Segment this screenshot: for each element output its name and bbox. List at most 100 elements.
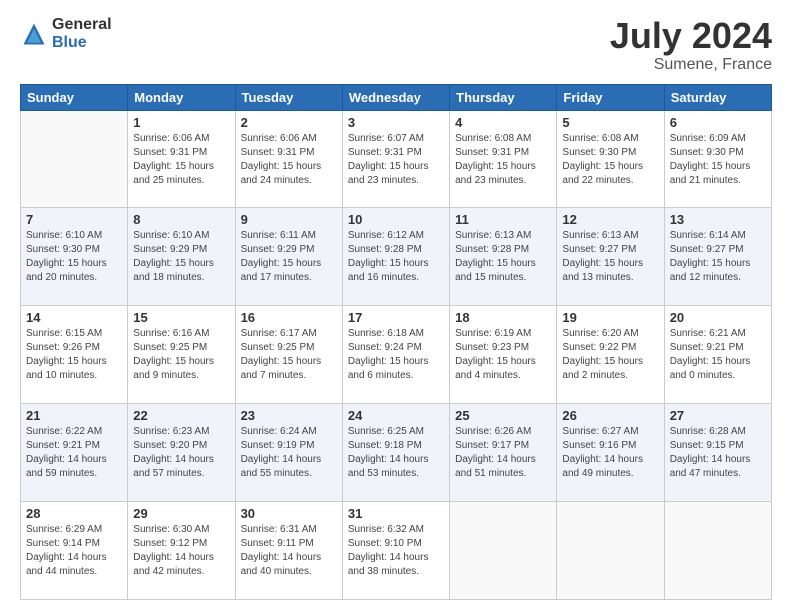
table-row (557, 502, 664, 600)
day-info: Sunrise: 6:19 AMSunset: 9:23 PMDaylight:… (455, 327, 551, 383)
day-number: 15 (133, 310, 229, 325)
day-number: 9 (241, 212, 337, 227)
day-number: 17 (348, 310, 444, 325)
main-title: July 2024 (610, 16, 772, 56)
day-number: 28 (26, 506, 122, 521)
day-number: 6 (670, 115, 766, 130)
day-info: Sunrise: 6:06 AMSunset: 9:31 PMDaylight:… (133, 132, 229, 188)
table-row: 1 Sunrise: 6:06 AMSunset: 9:31 PMDaylight… (128, 110, 235, 208)
day-number: 21 (26, 408, 122, 423)
day-info: Sunrise: 6:16 AMSunset: 9:25 PMDaylight:… (133, 327, 229, 383)
table-row (664, 502, 771, 600)
calendar-week-row: 1 Sunrise: 6:06 AMSunset: 9:31 PMDaylight… (21, 110, 772, 208)
col-tuesday: Tuesday (235, 84, 342, 110)
day-info: Sunrise: 6:07 AMSunset: 9:31 PMDaylight:… (348, 132, 444, 188)
col-sunday: Sunday (21, 84, 128, 110)
day-number: 1 (133, 115, 229, 130)
table-row: 13 Sunrise: 6:14 AMSunset: 9:27 PMDayligh… (664, 208, 771, 306)
day-info: Sunrise: 6:28 AMSunset: 9:15 PMDaylight:… (670, 425, 766, 481)
day-info: Sunrise: 6:30 AMSunset: 9:12 PMDaylight:… (133, 523, 229, 579)
table-row: 14Sunrise: 6:15 AMSunset: 9:26 PMDayligh… (21, 306, 128, 404)
table-row: 27Sunrise: 6:28 AMSunset: 9:15 PMDayligh… (664, 404, 771, 502)
day-number: 18 (455, 310, 551, 325)
day-number: 13 (670, 212, 766, 227)
day-info: Sunrise: 6:13 AMSunset: 9:27 PMDaylight:… (562, 229, 658, 285)
day-info: Sunrise: 6:10 AMSunset: 9:30 PMDaylight:… (26, 229, 122, 285)
day-number: 30 (241, 506, 337, 521)
table-row: 23 Sunrise: 6:24 AMSunset: 9:19 PMDayligh… (235, 404, 342, 502)
day-info: Sunrise: 6:25 AMSunset: 9:18 PMDaylight:… (348, 425, 444, 481)
day-number: 7 (26, 212, 122, 227)
table-row: 10 Sunrise: 6:12 AMSunset: 9:28 PMDayligh… (342, 208, 449, 306)
calendar-week-row: 7 Sunrise: 6:10 AMSunset: 9:30 PMDaylight… (21, 208, 772, 306)
col-thursday: Thursday (450, 84, 557, 110)
table-row: 29Sunrise: 6:30 AMSunset: 9:12 PMDayligh… (128, 502, 235, 600)
day-number: 19 (562, 310, 658, 325)
table-row: 28Sunrise: 6:29 AMSunset: 9:14 PMDayligh… (21, 502, 128, 600)
table-row: 9Sunrise: 6:11 AMSunset: 9:29 PMDaylight… (235, 208, 342, 306)
logo-icon (20, 20, 48, 48)
title-section: July 2024 Sumene, France (610, 16, 772, 74)
table-row (450, 502, 557, 600)
calendar-week-row: 28Sunrise: 6:29 AMSunset: 9:14 PMDayligh… (21, 502, 772, 600)
col-wednesday: Wednesday (342, 84, 449, 110)
table-row: 19Sunrise: 6:20 AMSunset: 9:22 PMDayligh… (557, 306, 664, 404)
day-number: 3 (348, 115, 444, 130)
table-row: 8 Sunrise: 6:10 AMSunset: 9:29 PMDaylight… (128, 208, 235, 306)
day-number: 31 (348, 506, 444, 521)
page: General Blue July 2024 Sumene, France Su… (0, 0, 792, 612)
day-info: Sunrise: 6:31 AMSunset: 9:11 PMDaylight:… (241, 523, 337, 579)
day-number: 23 (241, 408, 337, 423)
calendar-table: Sunday Monday Tuesday Wednesday Thursday… (20, 84, 772, 600)
day-info: Sunrise: 6:08 AMSunset: 9:31 PMDaylight:… (455, 132, 551, 188)
table-row: 18 Sunrise: 6:19 AMSunset: 9:23 PMDayligh… (450, 306, 557, 404)
table-row: 12 Sunrise: 6:13 AMSunset: 9:27 PMDayligh… (557, 208, 664, 306)
day-number: 11 (455, 212, 551, 227)
table-row: 4 Sunrise: 6:08 AMSunset: 9:31 PMDaylight… (450, 110, 557, 208)
day-info: Sunrise: 6:17 AMSunset: 9:25 PMDaylight:… (241, 327, 337, 383)
day-info: Sunrise: 6:06 AMSunset: 9:31 PMDaylight:… (241, 132, 337, 188)
table-row: 2 Sunrise: 6:06 AMSunset: 9:31 PMDaylight… (235, 110, 342, 208)
day-number: 22 (133, 408, 229, 423)
day-number: 4 (455, 115, 551, 130)
calendar-week-row: 14Sunrise: 6:15 AMSunset: 9:26 PMDayligh… (21, 306, 772, 404)
day-number: 16 (241, 310, 337, 325)
col-monday: Monday (128, 84, 235, 110)
day-info: Sunrise: 6:10 AMSunset: 9:29 PMDaylight:… (133, 229, 229, 285)
day-number: 5 (562, 115, 658, 130)
logo-blue: Blue (52, 34, 112, 52)
calendar-week-row: 21Sunrise: 6:22 AMSunset: 9:21 PMDayligh… (21, 404, 772, 502)
day-info: Sunrise: 6:23 AMSunset: 9:20 PMDaylight:… (133, 425, 229, 481)
day-info: Sunrise: 6:24 AMSunset: 9:19 PMDaylight:… (241, 425, 337, 481)
col-friday: Friday (557, 84, 664, 110)
table-row (21, 110, 128, 208)
subtitle: Sumene, France (610, 56, 772, 74)
day-info: Sunrise: 6:09 AMSunset: 9:30 PMDaylight:… (670, 132, 766, 188)
day-info: Sunrise: 6:12 AMSunset: 9:28 PMDaylight:… (348, 229, 444, 285)
day-number: 12 (562, 212, 658, 227)
day-info: Sunrise: 6:13 AMSunset: 9:28 PMDaylight:… (455, 229, 551, 285)
calendar-header-row: Sunday Monday Tuesday Wednesday Thursday… (21, 84, 772, 110)
day-number: 24 (348, 408, 444, 423)
day-info: Sunrise: 6:08 AMSunset: 9:30 PMDaylight:… (562, 132, 658, 188)
table-row: 5 Sunrise: 6:08 AMSunset: 9:30 PMDaylight… (557, 110, 664, 208)
table-row: 6 Sunrise: 6:09 AMSunset: 9:30 PMDaylight… (664, 110, 771, 208)
table-row: 24 Sunrise: 6:25 AMSunset: 9:18 PMDayligh… (342, 404, 449, 502)
day-number: 26 (562, 408, 658, 423)
day-number: 20 (670, 310, 766, 325)
table-row: 20Sunrise: 6:21 AMSunset: 9:21 PMDayligh… (664, 306, 771, 404)
col-saturday: Saturday (664, 84, 771, 110)
logo-text: General Blue (52, 16, 112, 51)
table-row: 30 Sunrise: 6:31 AMSunset: 9:11 PMDayligh… (235, 502, 342, 600)
day-number: 10 (348, 212, 444, 227)
table-row: 25Sunrise: 6:26 AMSunset: 9:17 PMDayligh… (450, 404, 557, 502)
day-number: 2 (241, 115, 337, 130)
day-number: 8 (133, 212, 229, 227)
day-info: Sunrise: 6:32 AMSunset: 9:10 PMDaylight:… (348, 523, 444, 579)
table-row: 17Sunrise: 6:18 AMSunset: 9:24 PMDayligh… (342, 306, 449, 404)
logo: General Blue (20, 16, 112, 51)
day-number: 14 (26, 310, 122, 325)
table-row: 21Sunrise: 6:22 AMSunset: 9:21 PMDayligh… (21, 404, 128, 502)
table-row: 16 Sunrise: 6:17 AMSunset: 9:25 PMDayligh… (235, 306, 342, 404)
day-info: Sunrise: 6:14 AMSunset: 9:27 PMDaylight:… (670, 229, 766, 285)
